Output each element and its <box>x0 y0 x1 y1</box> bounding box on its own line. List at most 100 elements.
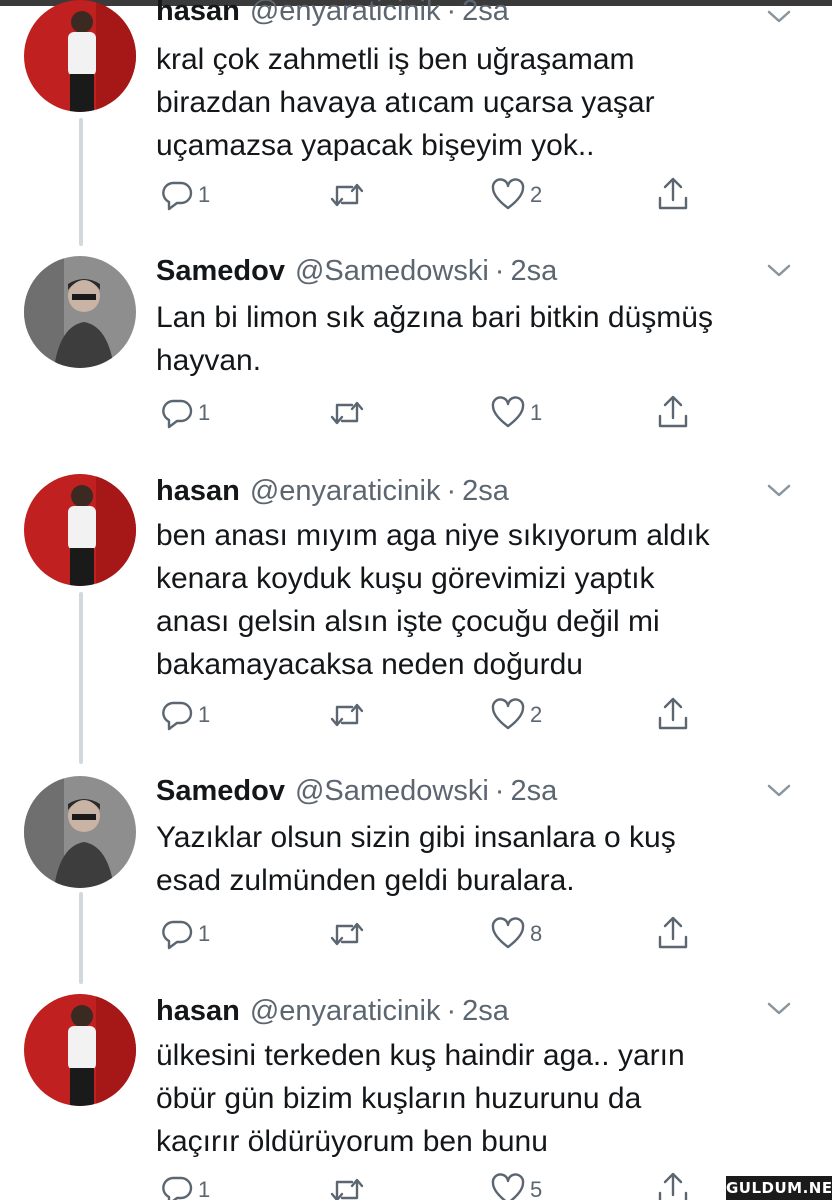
reply-icon <box>162 920 193 950</box>
timestamp[interactable]: 2sa <box>510 255 557 287</box>
tweet-text-line: birazdan havaya atıcam uçarsa yaşar <box>156 86 655 119</box>
tweet-text: Lan bi limon sık ağzına bari bitkin düşm… <box>156 296 796 382</box>
reply-button[interactable]: 1 <box>160 393 210 433</box>
display-name[interactable]: Samedov <box>156 255 285 287</box>
thread-connector <box>79 118 83 246</box>
tweet-actions: 1 5 <box>156 1170 716 1200</box>
hasan-avatar-icon <box>24 0 136 112</box>
reply-count: 1 <box>198 400 211 425</box>
tweet-text-line: ülkesini terkeden kuş haindir aga.. yarı… <box>156 1039 685 1072</box>
display-name[interactable]: hasan <box>156 0 240 27</box>
display-name[interactable]: hasan <box>156 475 240 507</box>
separator-dot: · <box>494 255 505 287</box>
share-button[interactable] <box>656 393 690 433</box>
timestamp[interactable]: 2sa <box>462 475 509 507</box>
reply-button[interactable]: 1 <box>160 914 210 954</box>
user-handle[interactable]: @Samedowski <box>295 775 489 807</box>
reply-icon <box>162 701 193 731</box>
user-handle[interactable]: @Samedowski <box>295 255 489 287</box>
tweet-text-line: öbür gün bizim kuşların huzurunu da <box>156 1082 642 1115</box>
tweet-actions: 1 2 <box>156 175 716 215</box>
like-count: 2 <box>530 182 543 207</box>
tweet-thread: hasan @enyaraticinik · 2sa kral çok zahmetl… <box>0 0 832 1200</box>
chevron-down-icon[interactable] <box>766 1000 792 1018</box>
reply-icon <box>162 1176 193 1200</box>
retweet-icon <box>330 183 364 207</box>
reply-button[interactable]: 1 <box>160 1170 210 1200</box>
like-button[interactable]: 2 <box>490 695 542 735</box>
display-name[interactable]: Samedov <box>156 775 285 807</box>
samedov-avatar-icon <box>24 256 136 368</box>
tweet-actions: 1 1 <box>156 393 716 433</box>
hasan-avatar-icon <box>24 474 136 586</box>
tweet-header: hasan @enyaraticinik · 2sa <box>156 994 509 1028</box>
timestamp[interactable]: 2sa <box>510 775 557 807</box>
tweet-text-line: Yazıklar olsun sizin gibi insanlara o ku… <box>156 821 676 854</box>
tweet-text-line: anası gelsin alsın işte çocuğu değil mi <box>156 605 660 638</box>
tweet-text-line: uçamazsa yapacak bişeyim yok.. <box>156 129 595 162</box>
reply-button[interactable]: 1 <box>160 175 210 215</box>
user-handle[interactable]: @enyaraticinik <box>250 995 441 1027</box>
avatar[interactable] <box>24 256 136 368</box>
site-watermark: GULDUM.NET <box>726 1176 832 1200</box>
tweet-text-line: kral çok zahmetli iş ben uğraşamam <box>156 43 635 76</box>
chevron-down-icon[interactable] <box>766 262 792 280</box>
retweet-button[interactable] <box>328 1170 370 1200</box>
chevron-down-icon[interactable] <box>766 782 792 800</box>
tweet-header: hasan @enyaraticinik · 2sa <box>156 474 509 508</box>
tweet-text: kral çok zahmetli iş ben uğraşamam biraz… <box>156 38 796 167</box>
tweet-text-line: esad zulmünden geldi buralara. <box>156 864 575 897</box>
like-button[interactable]: 8 <box>490 914 542 954</box>
like-count: 5 <box>530 1177 543 1200</box>
like-button[interactable]: 1 <box>490 393 542 433</box>
tweet-actions: 1 8 <box>156 914 716 954</box>
timestamp[interactable]: 2sa <box>462 0 509 27</box>
share-icon <box>658 177 688 210</box>
like-button[interactable]: 2 <box>490 175 542 215</box>
share-button[interactable] <box>656 175 690 215</box>
retweet-button[interactable] <box>328 914 370 954</box>
separator-dot: · <box>446 995 457 1027</box>
like-count: 8 <box>530 921 543 946</box>
chevron-down-icon[interactable] <box>766 482 792 500</box>
share-icon <box>658 395 688 428</box>
avatar[interactable] <box>24 0 136 112</box>
reply-icon <box>162 181 193 211</box>
tweet-text-line: ben anası mıyım aga niye sıkıyorum aldık <box>156 519 710 552</box>
tweet-text-line: Lan bi limon sık ağzına bari bitkin düşm… <box>156 301 713 334</box>
chevron-down-icon[interactable] <box>766 8 792 26</box>
timestamp[interactable]: 2sa <box>462 995 509 1027</box>
share-button[interactable] <box>656 695 690 735</box>
avatar[interactable] <box>24 776 136 888</box>
tweet-actions: 1 2 <box>156 695 716 735</box>
share-button[interactable] <box>656 914 690 954</box>
reply-button[interactable]: 1 <box>160 695 210 735</box>
reply-count: 1 <box>198 1177 211 1200</box>
separator-dot: · <box>446 475 457 507</box>
retweet-icon <box>330 1178 364 1200</box>
retweet-button[interactable] <box>328 393 370 433</box>
like-button[interactable]: 5 <box>490 1170 542 1200</box>
reply-count: 1 <box>198 702 211 727</box>
share-button[interactable] <box>656 1170 690 1200</box>
display-name[interactable]: hasan <box>156 995 240 1027</box>
separator-dot: · <box>446 0 457 27</box>
hasan-avatar-icon <box>24 994 136 1106</box>
avatar[interactable] <box>24 474 136 586</box>
avatar[interactable] <box>24 994 136 1106</box>
like-count: 1 <box>530 400 543 425</box>
retweet-button[interactable] <box>328 175 370 215</box>
share-icon <box>658 1172 688 1200</box>
samedov-avatar-icon <box>24 776 136 888</box>
tweet-text: ülkesini terkeden kuş haindir aga.. yarı… <box>156 1034 796 1163</box>
tweet-text-line: hayvan. <box>156 344 262 377</box>
retweet-icon <box>330 401 364 425</box>
user-handle[interactable]: @enyaraticinik <box>250 475 441 507</box>
thread-connector <box>79 892 83 984</box>
tweet-text: ben anası mıyım aga niye sıkıyorum aldık… <box>156 514 796 686</box>
retweet-button[interactable] <box>328 695 370 735</box>
tweet-text: Yazıklar olsun sizin gibi insanlara o ku… <box>156 816 796 902</box>
reply-icon <box>162 399 193 429</box>
user-handle[interactable]: @enyaraticinik <box>250 0 441 27</box>
share-icon <box>658 697 688 730</box>
